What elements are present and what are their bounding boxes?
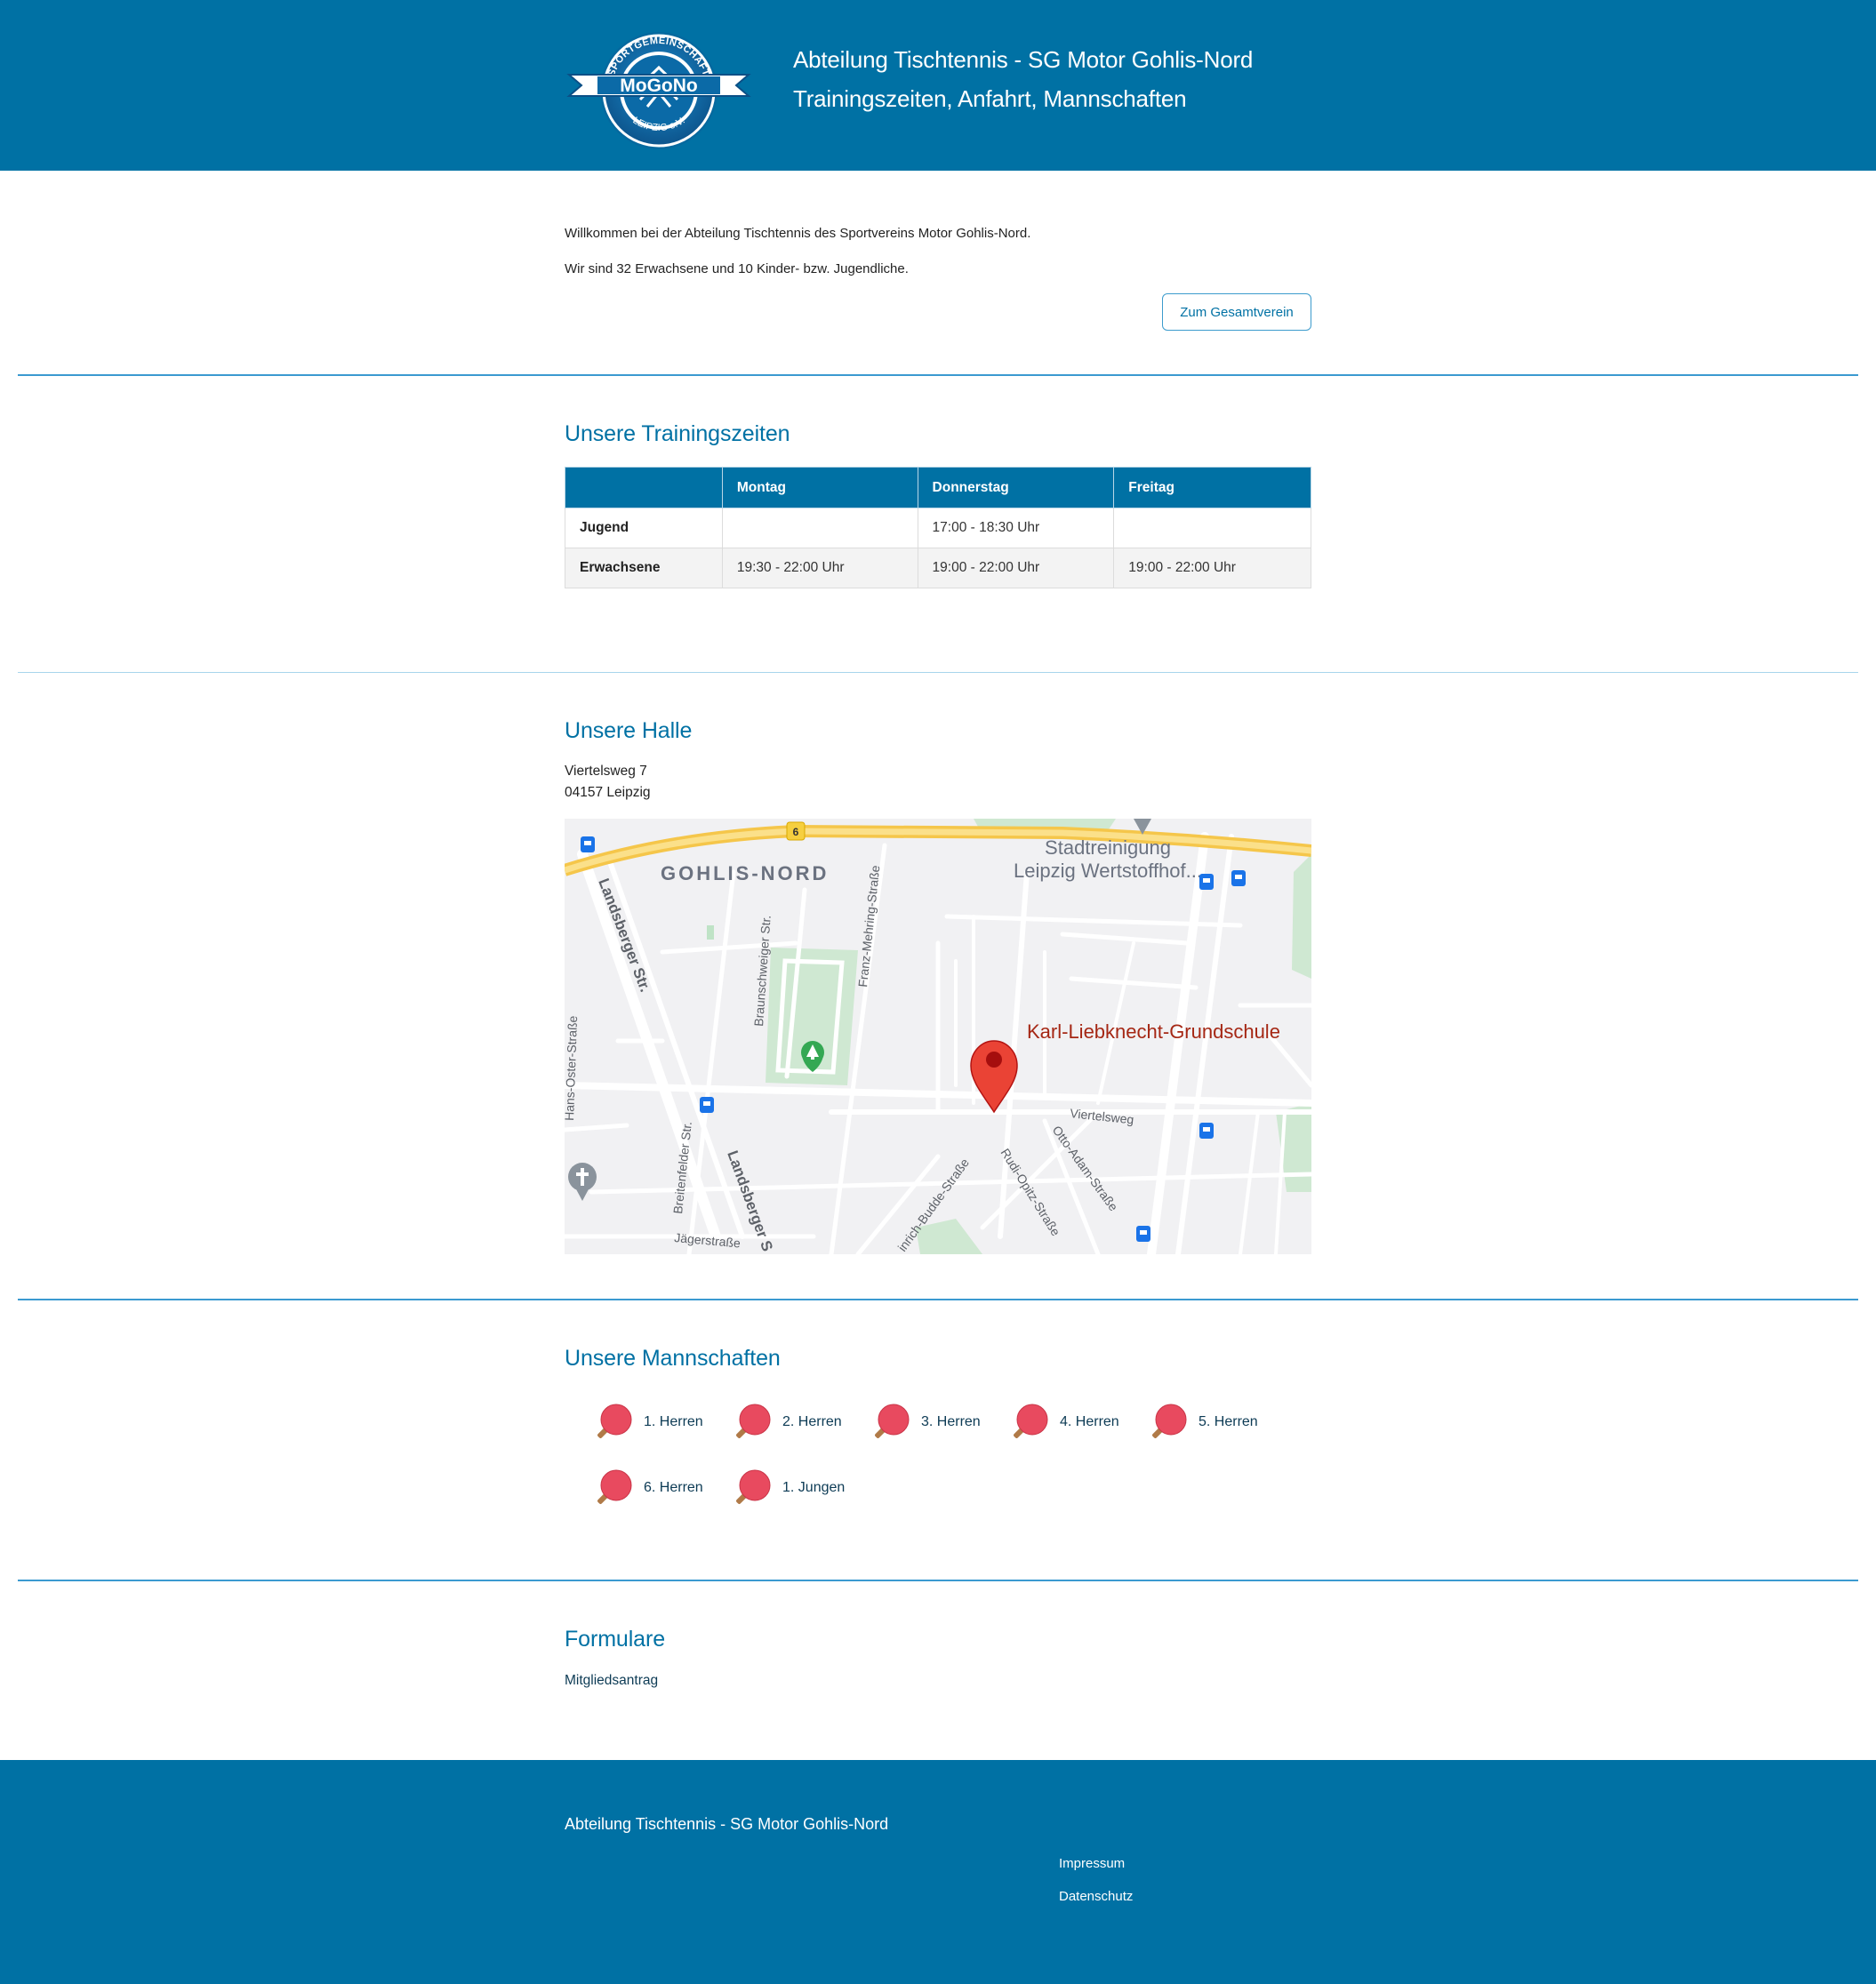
paddle-icon bbox=[875, 1404, 910, 1438]
hall-heading: Unsere Halle bbox=[565, 718, 693, 743]
svg-text:GOHLIS-NORD: GOHLIS-NORD bbox=[661, 862, 829, 884]
svg-text:6: 6 bbox=[793, 826, 799, 838]
forms-heading: Formulare bbox=[565, 1627, 666, 1652]
footer-links: Impressum Datenschutz bbox=[1059, 1847, 1133, 1913]
team-label: 1. Herren bbox=[644, 1414, 703, 1429]
divider bbox=[18, 672, 1858, 673]
map-embed[interactable]: 6 GOHLIS-NORD Stadtreinigung Leipzig Wer… bbox=[565, 819, 1311, 1254]
membership-form-link[interactable]: Mitgliedsantrag bbox=[565, 1673, 658, 1689]
column-header bbox=[565, 467, 723, 508]
main-club-button[interactable]: Zum Gesamtverein bbox=[1162, 293, 1311, 331]
welcome-text: Willkommen bei der Abteilung Tischtennis… bbox=[565, 226, 1031, 241]
team-link[interactable]: 6. Herren bbox=[596, 1466, 703, 1510]
teams-heading: Unsere Mannschaften bbox=[565, 1346, 781, 1371]
column-header: Montag bbox=[721, 467, 918, 508]
table-cell: 17:00 - 18:30 Uhr bbox=[917, 508, 1115, 548]
svg-text:Karl-Liebknecht-Grundschule: Karl-Liebknecht-Grundschule bbox=[1027, 1020, 1280, 1043]
table-cell: 19:30 - 22:00 Uhr bbox=[721, 548, 918, 588]
team-label: 5. Herren bbox=[1199, 1414, 1258, 1429]
team-link[interactable]: 3. Herren bbox=[873, 1400, 981, 1444]
table-cell: 19:00 - 22:00 Uhr bbox=[917, 548, 1115, 588]
paddle-icon bbox=[597, 1469, 632, 1504]
imprint-link[interactable]: Impressum bbox=[1059, 1847, 1133, 1880]
divider bbox=[18, 1580, 1858, 1581]
site-footer: Abteilung Tischtennis - SG Motor Gohlis-… bbox=[0, 1760, 1876, 1984]
column-header: Donnerstag bbox=[917, 467, 1115, 508]
paddle-icon bbox=[736, 1469, 771, 1504]
team-label: 3. Herren bbox=[921, 1414, 981, 1429]
paddle-icon bbox=[1152, 1404, 1187, 1438]
paddle-icon bbox=[736, 1404, 771, 1438]
training-table: Montag Donnerstag Freitag Jugend 17:00 -… bbox=[565, 467, 1311, 588]
team-link[interactable]: 5. Herren bbox=[1150, 1400, 1258, 1444]
address-street: Viertelsweg 7 bbox=[565, 764, 647, 779]
paddle-icon bbox=[1014, 1404, 1048, 1438]
svg-text:Leipzig Wertstoffhof...: Leipzig Wertstoffhof... bbox=[1014, 860, 1202, 882]
divider bbox=[18, 1299, 1858, 1300]
privacy-link[interactable]: Datenschutz bbox=[1059, 1880, 1133, 1913]
table-cell: 19:00 - 22:00 Uhr bbox=[1113, 548, 1311, 588]
team-link[interactable]: 2. Herren bbox=[734, 1400, 842, 1444]
footer-title: Abteilung Tischtennis - SG Motor Gohlis-… bbox=[565, 1815, 889, 1833]
team-link[interactable]: 1. Herren bbox=[596, 1400, 703, 1444]
team-label: 2. Herren bbox=[782, 1414, 842, 1429]
table-row: Erwachsene 19:30 - 22:00 Uhr 19:00 - 22:… bbox=[565, 548, 1311, 588]
svg-text:Stadtreinigung: Stadtreinigung bbox=[1045, 836, 1171, 859]
row-header: Jugend bbox=[565, 508, 723, 548]
welcome-section: Willkommen bei der Abteilung Tischtennis… bbox=[565, 0, 1311, 338]
team-label: 1. Jungen bbox=[782, 1480, 846, 1495]
address-city: 04157 Leipzig bbox=[565, 785, 651, 800]
table-row: Jugend 17:00 - 18:30 Uhr bbox=[565, 508, 1311, 548]
hall-address: Viertelsweg 7 04157 Leipzig bbox=[565, 761, 651, 804]
table-cell bbox=[721, 508, 918, 548]
row-header: Erwachsene bbox=[565, 548, 723, 588]
column-header: Freitag bbox=[1113, 467, 1311, 508]
table-cell bbox=[1113, 508, 1311, 548]
table-header-row: Montag Donnerstag Freitag bbox=[565, 467, 1311, 508]
team-link[interactable]: 1. Jungen bbox=[734, 1466, 845, 1510]
team-label: 4. Herren bbox=[1060, 1414, 1119, 1429]
paddle-icon bbox=[597, 1404, 632, 1438]
team-label: 6. Herren bbox=[644, 1480, 703, 1495]
map-canvas[interactable]: 6 GOHLIS-NORD Stadtreinigung Leipzig Wer… bbox=[565, 819, 1311, 1254]
training-heading: Unsere Trainingszeiten bbox=[565, 421, 790, 446]
team-link[interactable]: 4. Herren bbox=[1012, 1400, 1119, 1444]
members-text: Wir sind 32 Erwachsene und 10 Kinder- bz… bbox=[565, 261, 909, 276]
divider bbox=[18, 374, 1858, 376]
